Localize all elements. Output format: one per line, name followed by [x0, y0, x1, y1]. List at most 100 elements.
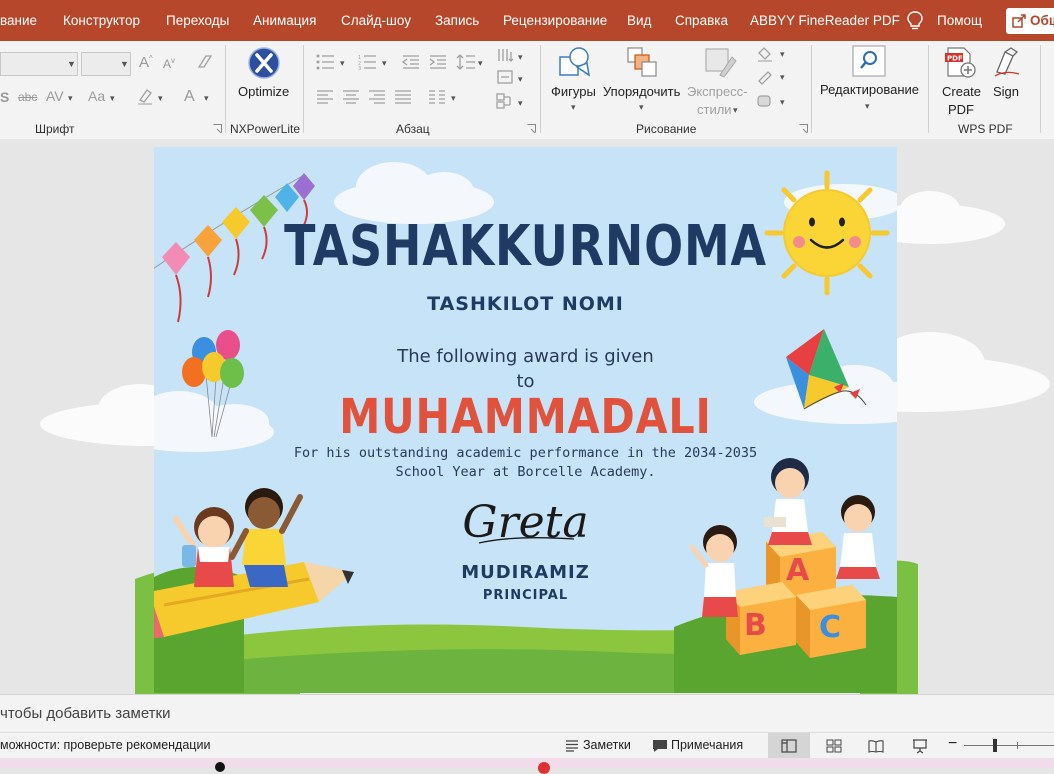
- award-description-line2[interactable]: School Year at Borcelle Academy.: [154, 464, 897, 480]
- decrease-font-size-button[interactable]: Av: [163, 56, 175, 71]
- font-color-button[interactable]: A: [184, 88, 195, 106]
- comments-toggle-button[interactable]: Примечания: [671, 738, 743, 752]
- recipient-name[interactable]: MUHAMMADALI: [206, 389, 845, 445]
- strikethrough-button[interactable]: abc: [18, 90, 37, 104]
- reading-view-icon[interactable]: [868, 739, 884, 753]
- bullets-icon[interactable]: [316, 54, 336, 70]
- shadow-button[interactable]: S: [0, 89, 9, 105]
- share-button[interactable]: Общ: [1006, 8, 1054, 34]
- signer-role[interactable]: PRINCIPAL: [154, 588, 897, 603]
- shapes-icon[interactable]: [557, 45, 593, 81]
- nxpowerlite-optimize-icon[interactable]: [247, 46, 281, 80]
- change-case-button[interactable]: Aa: [88, 88, 105, 104]
- group-separator: [225, 45, 226, 133]
- signer-name[interactable]: MUDIRAMIZ: [154, 562, 897, 583]
- tab-design[interactable]: Конструктор: [63, 13, 140, 28]
- group-separator: [928, 45, 929, 133]
- group-label-nxpowerlite: NXPowerLite: [230, 122, 301, 136]
- arrange-icon[interactable]: [625, 45, 659, 79]
- editing-button[interactable]: Редактирование: [820, 82, 919, 97]
- chevron-down-icon: ▾: [382, 58, 387, 68]
- quick-styles-icon[interactable]: [702, 45, 738, 81]
- tab-abbyy[interactable]: ABBYY FineReader PDF: [750, 13, 900, 28]
- character-spacing-button[interactable]: AV: [46, 88, 64, 104]
- font-name-combobox[interactable]: ▼: [0, 52, 78, 76]
- align-text-icon[interactable]: [496, 69, 516, 85]
- slide-sorter-icon[interactable]: [826, 739, 842, 753]
- award-given-line[interactable]: The following award is given: [154, 346, 897, 367]
- taskbar-app-icon[interactable]: [538, 762, 550, 774]
- sign-button[interactable]: Sign: [993, 84, 1019, 99]
- lightbulb-icon[interactable]: [906, 10, 924, 32]
- chevron-down-icon: ▾: [158, 93, 163, 103]
- signature[interactable]: Greta: [154, 497, 897, 548]
- columns-icon[interactable]: [428, 90, 446, 104]
- create-pdf-icon[interactable]: PDF: [944, 46, 978, 80]
- tell-me-search[interactable]: Помощ: [937, 13, 982, 28]
- dialog-launcher-icon[interactable]: [213, 124, 222, 133]
- align-right-icon[interactable]: [368, 90, 386, 104]
- zoom-slider-center-mark: [1017, 742, 1018, 749]
- chevron-down-icon: ▾: [733, 105, 738, 115]
- shape-outline-icon[interactable]: [756, 69, 774, 85]
- increase-font-size-button[interactable]: A^: [139, 54, 153, 71]
- chevron-down-icon: ▾: [451, 93, 456, 103]
- numbering-icon[interactable]: 123: [358, 54, 378, 70]
- optimize-button[interactable]: Optimize: [238, 84, 289, 99]
- chevron-down-icon: ▾: [639, 102, 644, 112]
- group-label-drawing: Рисование: [636, 122, 697, 136]
- taskbar-app-icon[interactable]: [215, 762, 225, 772]
- sign-pen-icon[interactable]: [991, 46, 1023, 78]
- notes-pane[interactable]: чтобы добавить заметки: [0, 694, 1054, 733]
- zoom-slider-track[interactable]: [964, 745, 1054, 746]
- tab-review[interactable]: Рецензирование: [503, 13, 607, 28]
- dialog-launcher-icon[interactable]: [799, 124, 808, 133]
- share-icon: [1012, 14, 1026, 28]
- highlight-icon[interactable]: [136, 86, 156, 106]
- shapes-button[interactable]: Фигуры: [551, 84, 596, 99]
- dialog-launcher-icon[interactable]: [527, 124, 536, 133]
- zoom-out-icon[interactable]: −: [948, 735, 957, 753]
- slideshow-icon[interactable]: [912, 738, 928, 754]
- group-separator: [1040, 45, 1041, 133]
- quick-styles-button-line2: стили: [697, 102, 732, 117]
- tab-animations[interactable]: Анимация: [253, 13, 316, 28]
- accessibility-status[interactable]: можности: проверьте рекомендации: [0, 738, 210, 752]
- decrease-indent-icon[interactable]: [401, 54, 421, 70]
- award-description-line1[interactable]: For his outstanding academic performance…: [154, 445, 897, 461]
- shape-fill-icon[interactable]: [756, 45, 774, 63]
- line-spacing-icon[interactable]: [456, 53, 476, 71]
- shape-effects-icon[interactable]: [754, 93, 774, 109]
- zoom-slider-thumb[interactable]: [993, 739, 997, 752]
- notes-toggle-button[interactable]: Заметки: [583, 738, 631, 752]
- justify-icon[interactable]: [394, 90, 412, 104]
- arrange-button[interactable]: Упорядочить: [603, 84, 680, 99]
- svg-text:PDF: PDF: [947, 55, 963, 63]
- taskbar-edge: [0, 758, 1054, 774]
- tab-transitions[interactable]: Переходы: [166, 13, 229, 28]
- normal-view-button[interactable]: [768, 733, 810, 759]
- font-size-combobox[interactable]: ▼: [81, 52, 131, 76]
- create-pdf-button[interactable]: Create: [942, 84, 981, 99]
- slide-canvas[interactable]: A B C TASHAKKURNOMA TASHKILOT NOMI The f…: [154, 147, 897, 693]
- align-center-icon[interactable]: [342, 90, 360, 104]
- increase-indent-icon[interactable]: [428, 54, 448, 70]
- text-direction-icon[interactable]: [496, 47, 516, 63]
- smartart-icon[interactable]: [496, 93, 516, 109]
- quick-styles-button[interactable]: Экспресс-: [687, 84, 748, 99]
- tab-slideshow[interactable]: Слайд-шоу: [341, 13, 411, 28]
- organization-name[interactable]: TASHKILOT NOMI: [154, 293, 897, 315]
- find-magnifier-icon[interactable]: [852, 45, 886, 77]
- tab-help[interactable]: Справка: [675, 13, 728, 28]
- chevron-down-icon: ▾: [571, 102, 576, 112]
- chevron-down-icon: ▼: [120, 59, 129, 69]
- tab-view[interactable]: Вид: [627, 13, 651, 28]
- align-left-icon[interactable]: [316, 90, 334, 104]
- group-label-font: Шрифт: [35, 122, 75, 136]
- tab-record[interactable]: Запись: [435, 13, 479, 28]
- group-separator: [540, 45, 541, 133]
- clear-formatting-icon[interactable]: [196, 53, 214, 71]
- tab-insert[interactable]: вание: [0, 13, 37, 28]
- certificate-title[interactable]: TASHAKKURNOMA: [221, 214, 830, 279]
- ribbon: ▼ ▼ A^ Av S abc AV ▾ Aa ▾ ▾ A ▾ Шрифт Op…: [0, 41, 1054, 140]
